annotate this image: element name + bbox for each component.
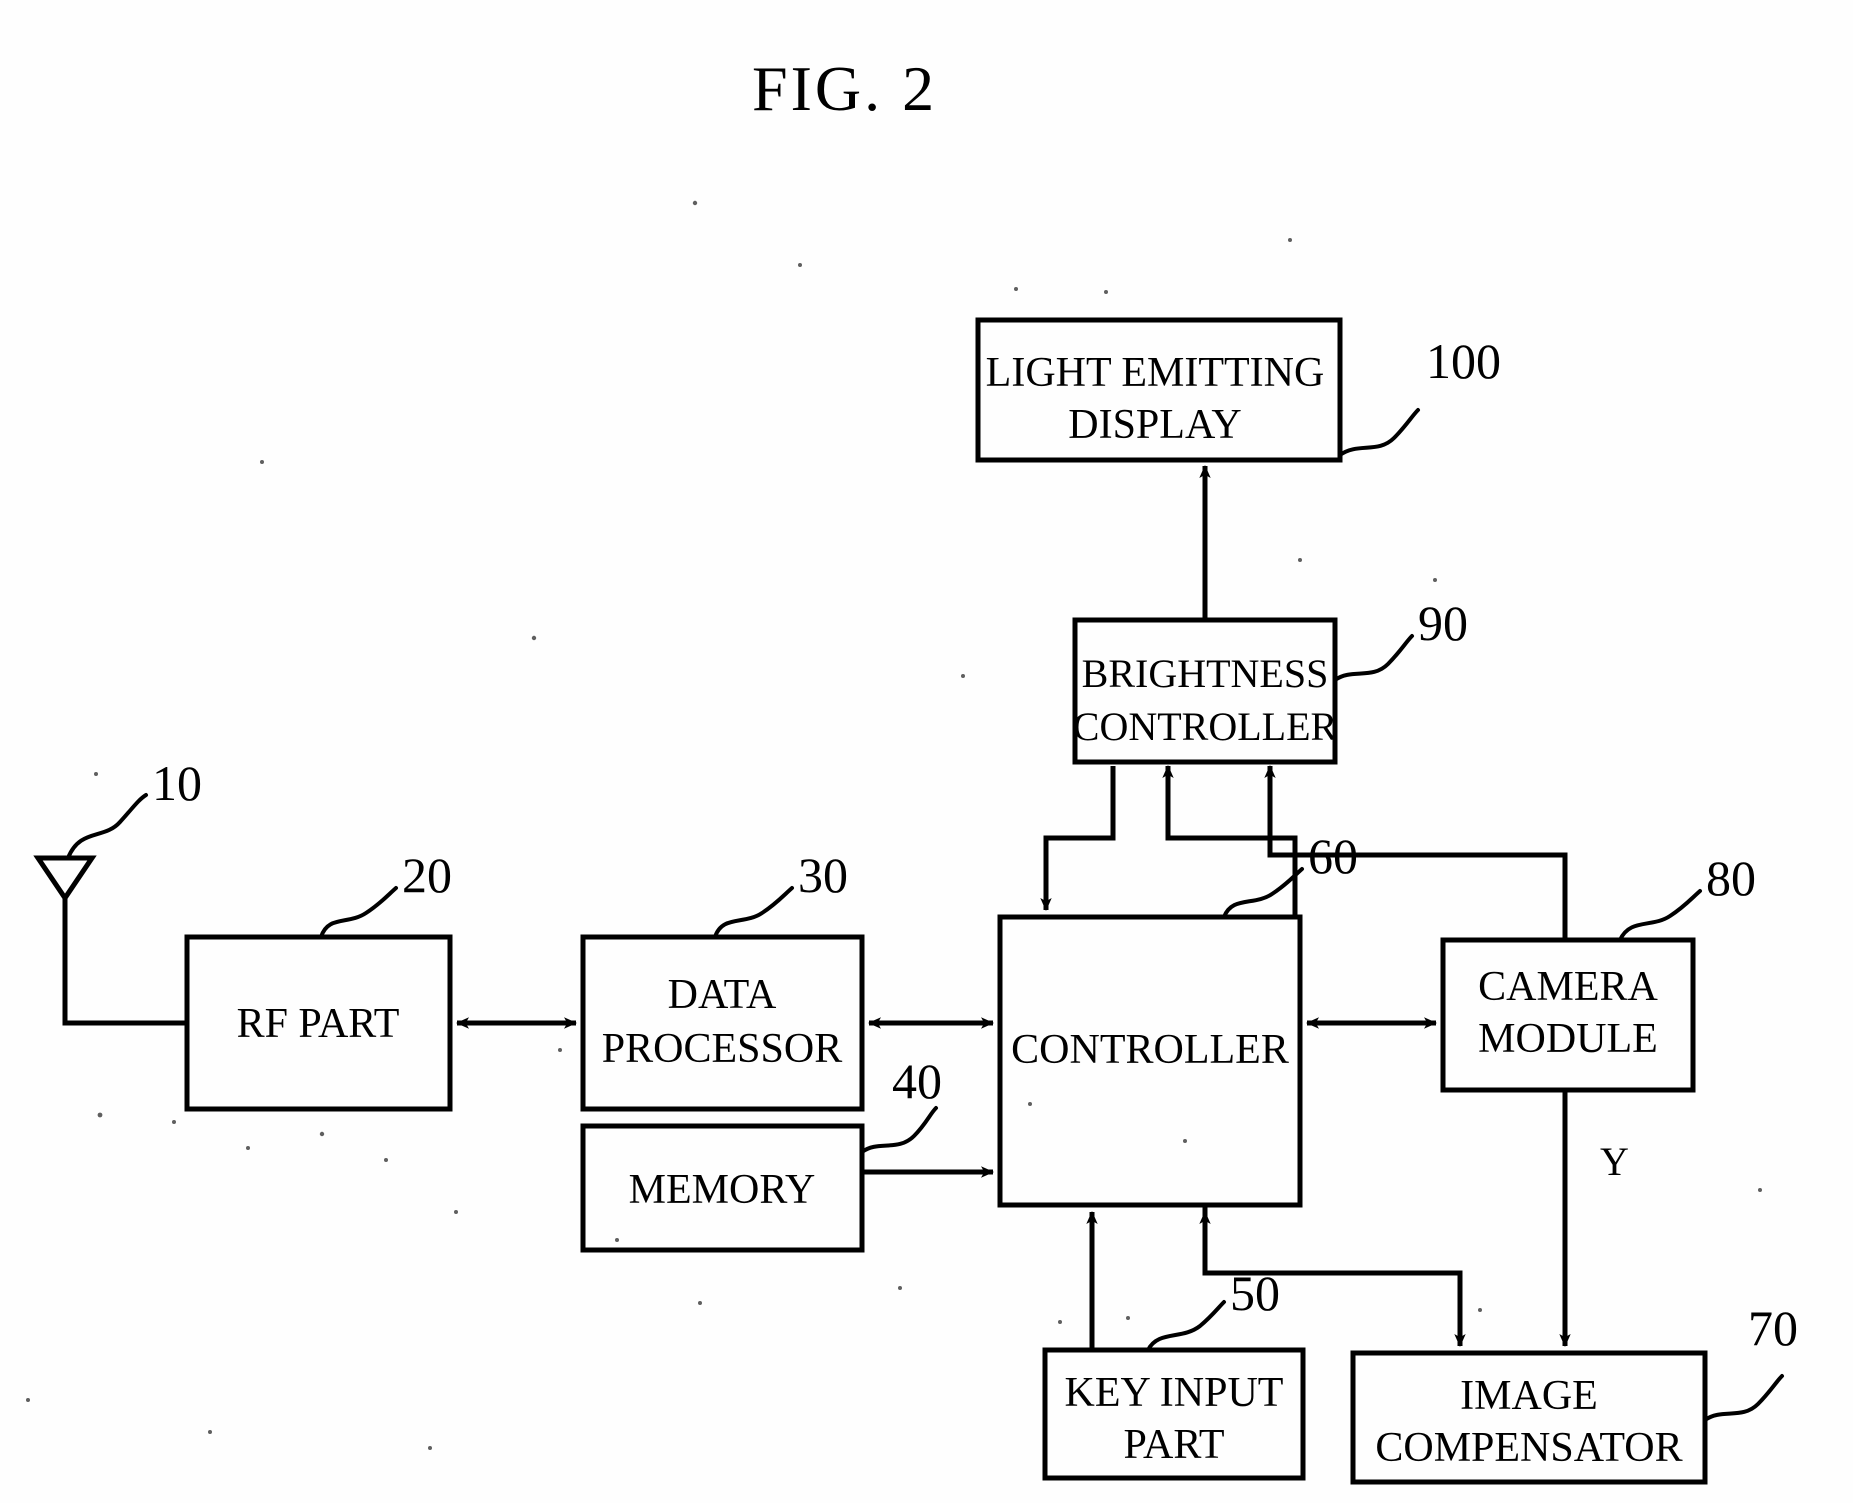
signal-label-y: Y [1600,1139,1629,1184]
connector-brightness-to-controller [1040,766,1116,911]
block-label-rf-part: RF PART [237,1001,400,1047]
block-label-brightness-1: BRIGHTNESS [1082,651,1329,696]
block-label-camera-1: CAMERA [1478,964,1658,1010]
ref-leader-80 [1618,889,1702,942]
ref-leader-30 [713,886,794,939]
ref-leader-60 [1222,867,1304,919]
block-label-display-2: DISPLAY [1068,402,1242,448]
ref-leader-70 [1703,1374,1784,1422]
block-label-display-1: LIGHT EMITTING [986,350,1325,396]
block-label-keyinput-2: PART [1124,1422,1225,1468]
block-label-brightness-2: CONTROLLER [1073,704,1338,749]
connector-controller-to-brightness [1162,765,1298,917]
ref-leader-90 [1333,634,1414,682]
block-label-memory: MEMORY [629,1167,816,1213]
block-label-data-processor-2: PROCESSOR [602,1026,842,1072]
ref-leader-10 [66,793,148,860]
ref-number-70: 70 [1748,1300,1798,1356]
ref-leader-20 [319,886,398,939]
ref-number-40: 40 [892,1053,942,1109]
scan-noise [26,200,1762,1450]
page-title: FIG. 2 [752,53,937,124]
ref-number-10: 10 [152,755,202,811]
block-camera-module [1440,937,1696,1093]
block-label-keyinput-1: KEY INPUT [1065,1370,1284,1416]
block-label-imagecomp-1: IMAGE [1460,1373,1598,1419]
ref-leader-100 [1338,408,1420,457]
connector-camera-to-brightness [1264,765,1568,940]
ref-number-80: 80 [1706,850,1756,906]
block-label-controller: CONTROLLER [1011,1027,1289,1073]
block-data-processor [580,934,865,1112]
block-label-imagecomp-2: COMPENSATOR [1375,1425,1682,1471]
patent-figure: FIG. 2 10 RF PART 20 DATA PROCESSOR 30 M… [0,0,1853,1503]
ref-number-20: 20 [402,847,452,903]
ref-number-30: 30 [798,847,848,903]
ref-number-100: 100 [1426,333,1501,389]
antenna-symbol [33,855,187,1026]
block-label-camera-2: MODULE [1478,1016,1658,1062]
ref-leader-40 [860,1106,938,1154]
block-label-data-processor-1: DATA [668,972,777,1018]
block-diagram-canvas: FIG. 2 10 RF PART 20 DATA PROCESSOR 30 M… [26,53,1798,1485]
ref-leader-50 [1146,1300,1226,1352]
ref-number-50: 50 [1230,1265,1280,1321]
ref-number-90: 90 [1418,595,1468,651]
